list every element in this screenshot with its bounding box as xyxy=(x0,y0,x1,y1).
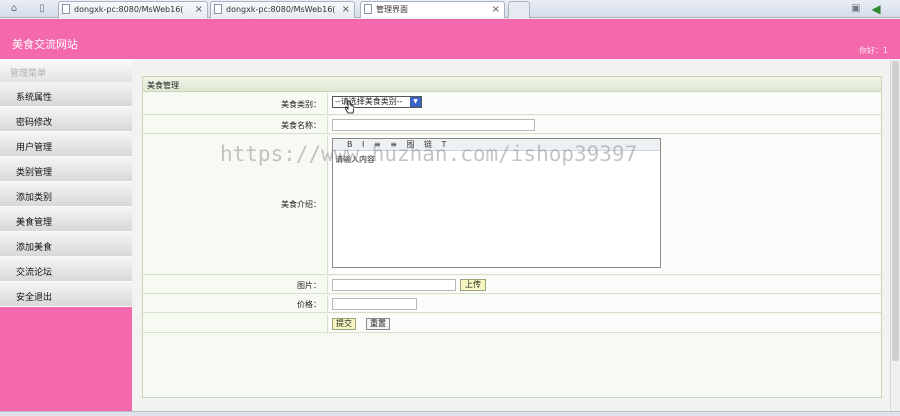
price-label: 价格： xyxy=(143,295,328,312)
image-row: 图片： 上传 xyxy=(143,276,881,294)
sidebar-item-system-properties[interactable]: 系统属性 xyxy=(0,82,132,107)
upload-button[interactable]: 上传 xyxy=(460,279,486,291)
vertical-scrollbar[interactable] xyxy=(890,59,900,411)
sidebar: 管理菜单 系统属性 密码修改 用户管理 类别管理 添加类别 美食管理 添加美食 … xyxy=(0,59,132,411)
chevron-down-icon[interactable]: ▼ xyxy=(410,97,421,107)
browser-tab-bar: ⌂ ▯ dongxk-pc:8080/MsWeb16( × dongxk-pc:… xyxy=(0,0,900,18)
sidebar-item-category-management[interactable]: 类别管理 xyxy=(0,157,132,182)
image-label: 图片： xyxy=(143,276,328,293)
print-icon[interactable]: ▣ xyxy=(850,3,862,15)
reset-button[interactable]: 重置 xyxy=(366,318,390,330)
category-label: 美食类别： xyxy=(143,93,328,114)
browser-tab-3[interactable]: 管理界面 × xyxy=(360,1,505,18)
close-icon[interactable]: × xyxy=(195,2,203,17)
name-row: 美食名称： xyxy=(143,116,881,134)
main-content: 美食管理 美食类别： --请选择美食类别-- ▼ 美食名称： 美食介绍： B I… xyxy=(132,59,890,411)
home-icon[interactable]: ⌂ xyxy=(8,3,20,15)
browser-tab-1[interactable]: dongxk-pc:8080/MsWeb16( × xyxy=(58,1,208,18)
sidebar-title: 管理菜单 xyxy=(0,59,132,82)
sidebar-item-food-management[interactable]: 美食管理 xyxy=(0,207,132,232)
document-icon xyxy=(214,4,222,14)
site-title: 美食交流网站 xyxy=(12,38,78,51)
back-arrow-icon[interactable]: ◀ xyxy=(870,3,882,15)
sidebar-item-logout[interactable]: 安全退出 xyxy=(0,282,132,307)
image-path-input[interactable] xyxy=(332,279,456,291)
name-input[interactable] xyxy=(332,119,535,131)
document-icon xyxy=(62,4,70,14)
status-bar xyxy=(0,411,900,416)
actions-row: 提交 重置 xyxy=(143,314,881,333)
close-icon[interactable]: × xyxy=(342,2,350,17)
close-icon[interactable]: × xyxy=(492,2,500,17)
submit-button[interactable]: 提交 xyxy=(332,318,356,330)
sidebar-item-forum[interactable]: 交流论坛 xyxy=(0,257,132,282)
sidebar-item-add-food[interactable]: 添加美食 xyxy=(0,232,132,257)
price-row: 价格： xyxy=(143,295,881,313)
panel-title: 美食管理 xyxy=(143,77,881,92)
page-icon[interactable]: ▯ xyxy=(36,3,48,15)
pointer-cursor-icon xyxy=(345,100,354,114)
sidebar-item-change-password[interactable]: 密码修改 xyxy=(0,107,132,132)
food-form-panel: 美食管理 美食类别： --请选择美食类别-- ▼ 美食名称： 美食介绍： B I… xyxy=(142,76,882,398)
category-row: 美食类别： --请选择美食类别-- ▼ xyxy=(143,93,881,115)
scrollbar-thumb[interactable] xyxy=(892,61,899,361)
welcome-text: 你好：1 xyxy=(858,46,888,55)
sidebar-item-user-management[interactable]: 用户管理 xyxy=(0,132,132,157)
sidebar-item-add-category[interactable]: 添加类别 xyxy=(0,182,132,207)
name-label: 美食名称： xyxy=(143,116,328,133)
price-input[interactable] xyxy=(332,298,417,310)
browser-tab-2[interactable]: dongxk-pc:8080/MsWeb16( × xyxy=(210,1,355,18)
site-header: 美食交流网站 你好：1 xyxy=(0,19,900,59)
document-icon xyxy=(364,4,372,14)
watermark-text: https://www.huzhan.com/ishop39397 xyxy=(220,142,638,166)
new-tab-button[interactable] xyxy=(508,1,530,18)
